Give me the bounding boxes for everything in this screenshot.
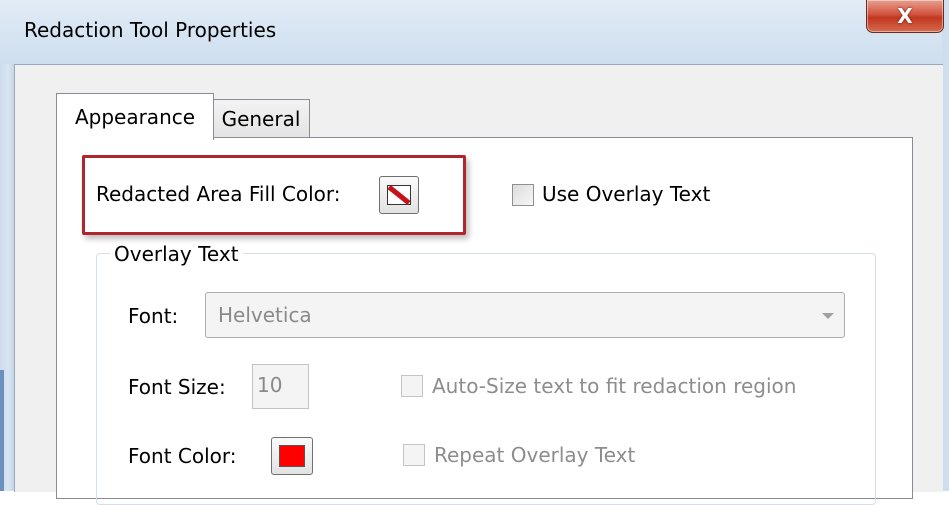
font-color-picker-button[interactable] bbox=[271, 437, 313, 475]
font-label: Font: bbox=[128, 304, 179, 328]
no-color-icon bbox=[387, 185, 411, 205]
font-color-label: Font Color: bbox=[128, 444, 237, 468]
close-button[interactable]: X bbox=[866, 0, 944, 33]
tab-general-label: General bbox=[221, 107, 301, 131]
font-color-chip bbox=[279, 445, 305, 467]
font-select[interactable]: Helvetica bbox=[205, 292, 845, 338]
auto-size-label: Auto-Size text to fit redaction region bbox=[432, 374, 797, 398]
fill-color-picker-button[interactable] bbox=[379, 176, 419, 214]
font-size-label: Font Size: bbox=[128, 375, 226, 399]
overlay-text-group-title: Overlay Text bbox=[110, 242, 243, 266]
repeat-overlay-checkbox[interactable] bbox=[403, 444, 425, 466]
close-icon: X bbox=[897, 4, 913, 28]
repeat-overlay-label: Repeat Overlay Text bbox=[434, 443, 636, 467]
use-overlay-text-label: Use Overlay Text bbox=[542, 182, 711, 206]
window-frame-right bbox=[942, 0, 949, 491]
use-overlay-text-checkbox[interactable] bbox=[512, 184, 534, 206]
chevron-down-icon bbox=[822, 313, 834, 319]
auto-size-checkbox[interactable] bbox=[401, 375, 423, 397]
font-size-value: 10 bbox=[257, 373, 283, 397]
tab-appearance[interactable]: Appearance bbox=[56, 93, 214, 140]
tab-appearance-label: Appearance bbox=[74, 105, 196, 129]
font-select-value: Helvetica bbox=[218, 303, 312, 327]
window-frame-accent bbox=[0, 370, 4, 491]
window-title: Redaction Tool Properties bbox=[24, 18, 277, 42]
tab-general[interactable]: General bbox=[212, 99, 310, 138]
font-size-input[interactable]: 10 bbox=[252, 364, 309, 409]
